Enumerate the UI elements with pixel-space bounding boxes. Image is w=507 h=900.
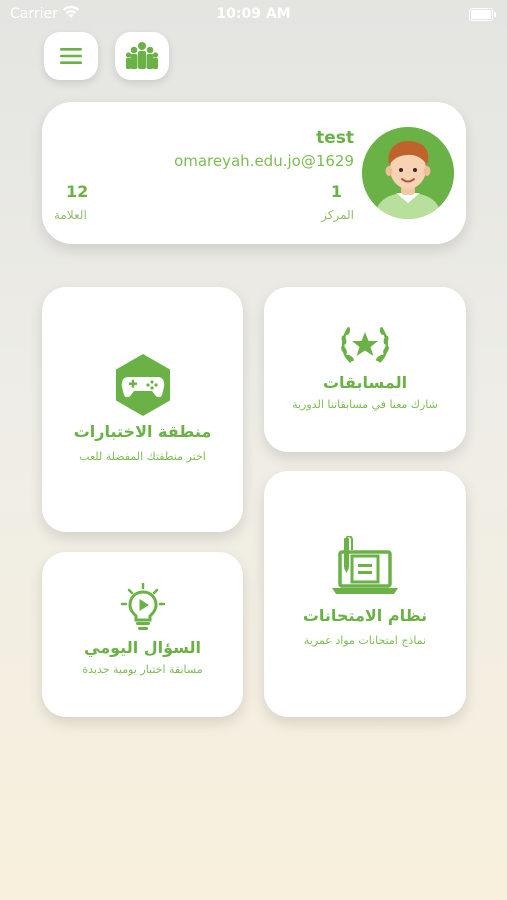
daily-question-subtitle: مسابقة اختبار يومية جديدة — [82, 663, 203, 676]
daily-question-title: السؤال اليومي — [84, 638, 201, 657]
tests-zone-card[interactable]: منطقة الاختبارات اختر منطقتك المفضلة للع… — [42, 287, 243, 532]
daily-question-card[interactable]: السؤال اليومي مسابقة اختبار يومية جديدة — [42, 552, 243, 717]
tests-zone-title: منطقة الاختبارات — [73, 422, 212, 441]
menu-button[interactable] — [44, 32, 98, 80]
battery-icon — [469, 8, 496, 21]
hamburger-menu-icon — [60, 48, 82, 64]
exams-system-card[interactable]: نظام الامتحانات نماذج امتحانات مواد عمري… — [264, 471, 466, 717]
exams-system-title: نظام الامتحانات — [302, 606, 428, 625]
profile-card[interactable]: test omareyah.edu.jo@1629 1 المركز 12 ال… — [42, 102, 466, 244]
groups-button[interactable] — [115, 32, 169, 80]
user-email: omareyah.edu.jo@1629 — [174, 152, 354, 170]
laurel-star-icon — [341, 327, 389, 363]
status-bar: Carrier 10:09 AM — [0, 0, 507, 30]
avatar — [362, 127, 454, 219]
lightbulb-play-icon — [120, 583, 165, 630]
score-value: 12 — [66, 182, 89, 201]
exams-system-subtitle: نماذج امتحانات مواد عمرية — [303, 634, 427, 647]
status-time: 10:09 AM — [216, 6, 291, 22]
gamepad-icon — [115, 354, 170, 416]
people-group-icon — [125, 42, 159, 69]
score-label: العلامة — [54, 208, 87, 222]
rank-value: 1 — [330, 182, 342, 201]
tests-zone-subtitle: اختر منطقتك المفضلة للعب — [79, 450, 206, 463]
competitions-card[interactable]: المسابقات شارك معنا في مسابقاتنا الدورية — [264, 287, 466, 452]
user-name: test — [316, 128, 354, 148]
avatar-boy-icon — [362, 127, 454, 219]
competitions-title: المسابقات — [322, 373, 408, 392]
laptop-document-icon — [332, 536, 398, 594]
rank-label: المركز — [321, 208, 354, 222]
competitions-subtitle: شارك معنا في مسابقاتنا الدورية — [292, 398, 438, 411]
